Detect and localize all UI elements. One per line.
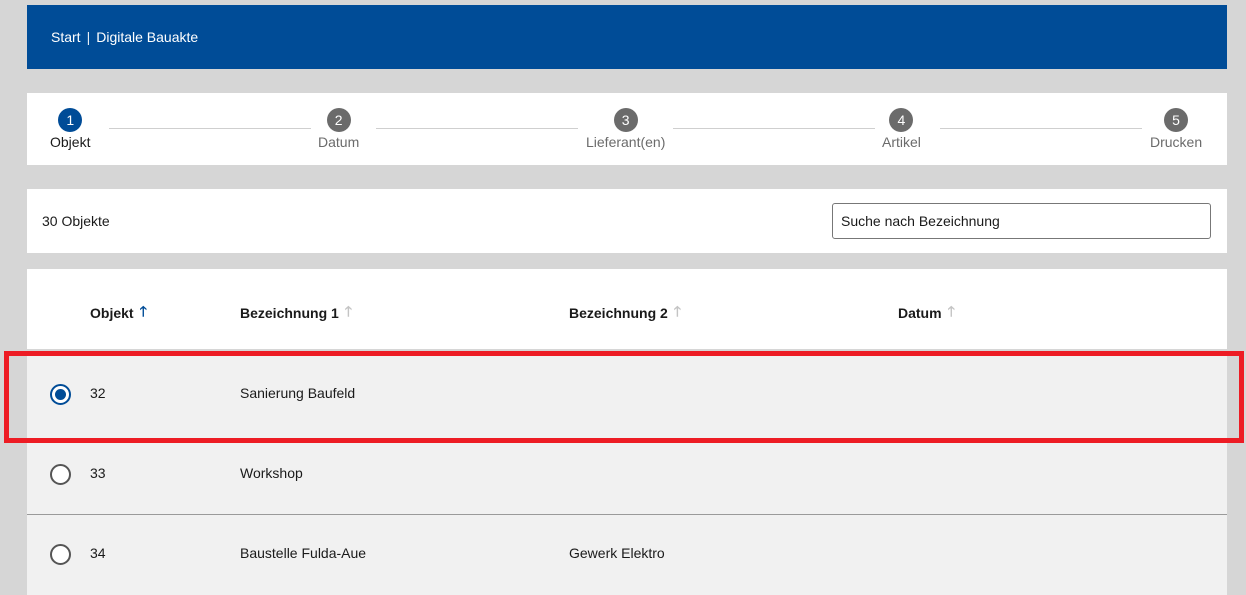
- cell-bezeichnung1: Sanierung Baufeld: [240, 385, 356, 401]
- arrow-up-icon: 🡑: [344, 303, 353, 319]
- step-connector: [940, 128, 1142, 129]
- cell-objekt: 32: [90, 385, 106, 401]
- step-number: 5: [1164, 108, 1189, 132]
- row-radio-button[interactable]: [50, 544, 71, 565]
- list-toolbar: 30 Objekte: [27, 189, 1227, 253]
- step-label: Datum: [318, 134, 360, 150]
- step-number: 1: [58, 108, 83, 132]
- column-header-datum[interactable]: Datum 🡑: [898, 301, 955, 325]
- step-objekt[interactable]: 1 Objekt: [50, 108, 90, 150]
- breadcrumb-start-link[interactable]: Start: [51, 29, 81, 45]
- breadcrumb-separator: |: [86, 29, 91, 45]
- step-drucken[interactable]: 5 Drucken: [1150, 108, 1202, 150]
- cell-bezeichnung1: Baustelle Fulda-Aue: [240, 545, 367, 561]
- column-header-bezeichnung1[interactable]: Bezeichnung 1 🡑: [240, 301, 352, 325]
- arrow-up-icon: 🡑: [947, 303, 955, 319]
- row-radio-button[interactable]: [50, 464, 71, 485]
- search-input[interactable]: [832, 203, 1211, 239]
- column-label: Bezeichnung 1: [240, 305, 339, 321]
- column-label: Datum: [898, 305, 942, 321]
- step-number: 4: [889, 108, 914, 132]
- step-artikel[interactable]: 4 Artikel: [882, 108, 921, 150]
- wizard-stepper: 1 Objekt 2 Datum 3 Lieferant(en) 4 Artik…: [27, 93, 1227, 165]
- cell-bezeichnung1: Workshop: [240, 465, 303, 481]
- app-header: Start | Digitale Bauakte: [27, 5, 1227, 69]
- breadcrumb-current: Digitale Bauakte: [96, 29, 199, 45]
- step-connector: [673, 128, 875, 129]
- step-number: 2: [326, 108, 351, 132]
- step-connector: [376, 128, 578, 129]
- step-number: 3: [613, 108, 638, 132]
- step-label: Objekt: [50, 134, 91, 150]
- row-radio-button[interactable]: [50, 384, 71, 405]
- step-label: Lieferant(en): [586, 134, 666, 150]
- cell-bezeichnung2: Gewerk Elektro: [569, 545, 665, 561]
- object-count: 30 Objekte: [42, 213, 110, 229]
- cell-objekt: 33: [90, 465, 106, 481]
- column-header-objekt[interactable]: Objekt 🡑: [90, 301, 147, 325]
- step-label: Artikel: [882, 134, 921, 150]
- table-row[interactable]: 33 Workshop: [27, 435, 1227, 515]
- table-row[interactable]: 34 Baustelle Fulda-Aue Gewerk Elektro: [27, 515, 1227, 595]
- table-header: Objekt 🡑 Bezeichnung 1 🡑 Bezeichnung 2 🡑…: [27, 269, 1227, 349]
- column-label: Bezeichnung 2: [569, 305, 668, 321]
- column-header-bezeichnung2[interactable]: Bezeichnung 2 🡑: [569, 301, 681, 325]
- arrow-up-icon: 🡑: [139, 303, 147, 319]
- breadcrumb: Start | Digitale Bauakte: [51, 29, 198, 45]
- step-connector: [109, 128, 311, 129]
- column-label: Objekt: [90, 305, 134, 321]
- arrow-up-icon: 🡑: [673, 303, 682, 319]
- table-row[interactable]: 32 Sanierung Baufeld: [27, 355, 1227, 435]
- step-label: Drucken: [1150, 134, 1203, 150]
- cell-objekt: 34: [90, 545, 106, 561]
- step-datum[interactable]: 2 Datum: [318, 108, 359, 150]
- step-lieferanten[interactable]: 3 Lieferant(en): [586, 108, 665, 150]
